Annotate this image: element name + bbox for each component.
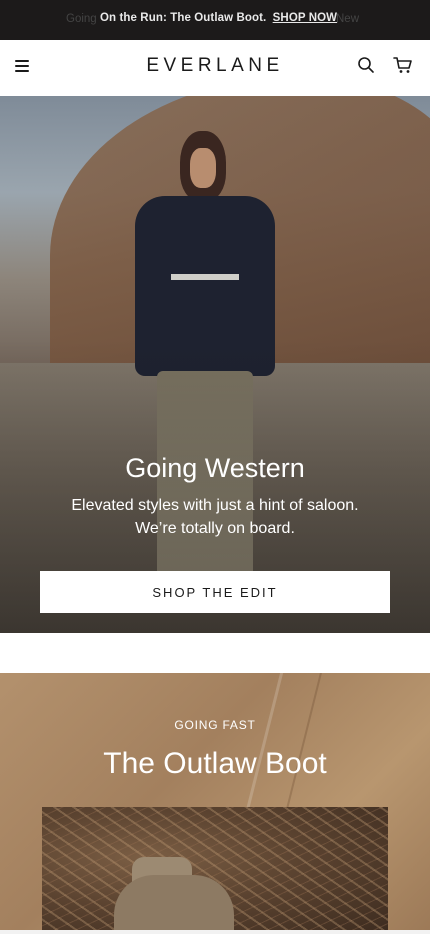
page-scroll-edge <box>0 930 430 934</box>
announcement-next-ghost: New <box>336 13 360 25</box>
outlaw-boot-feature: GOING FAST The Outlaw Boot <box>0 673 430 934</box>
announcement-prev-ghost: Going <box>66 13 97 25</box>
shop-now-link[interactable]: SHOP NOW <box>273 12 337 24</box>
site-header: EVERLANE <box>0 40 430 96</box>
cart-icon[interactable] <box>393 56 413 74</box>
hero-subtitle-line-1: Elevated styles with just a hint of salo… <box>71 497 359 514</box>
feature-eyebrow: GOING FAST <box>174 718 256 732</box>
hero-banner: Going Western Elevated styles with just … <box>0 96 430 633</box>
hero-subtitle-line-2: We’re totally on board. <box>135 520 295 537</box>
boot-product-image[interactable] <box>42 807 388 934</box>
search-icon[interactable] <box>357 56 375 74</box>
hero-subtitle: Elevated styles with just a hint of salo… <box>40 494 390 540</box>
feature-title[interactable]: The Outlaw Boot <box>0 747 430 781</box>
hero-title: Going Western <box>125 453 305 483</box>
shop-the-edit-button[interactable]: SHOP THE EDIT <box>40 571 390 613</box>
announcement-message: On the Run: The Outlaw Boot. SHOP NOW <box>100 12 337 24</box>
announcement-text: On the Run: The Outlaw Boot. <box>100 12 267 24</box>
announcement-bar: Going On the Run: The Outlaw Boot. SHOP … <box>0 0 430 40</box>
